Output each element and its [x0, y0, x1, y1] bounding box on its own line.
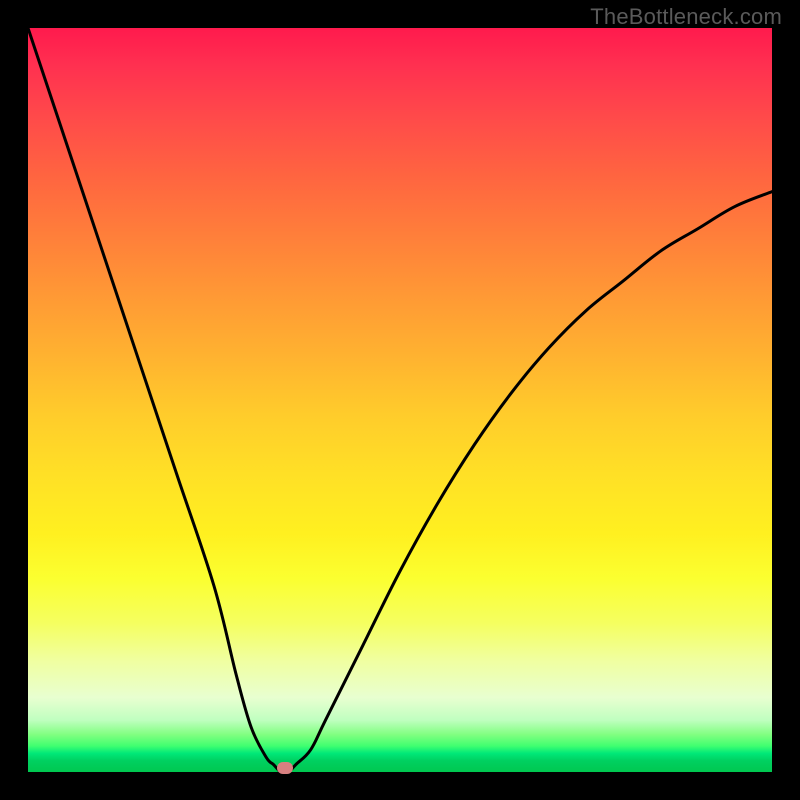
- optimal-point-marker: [277, 762, 293, 774]
- bottleneck-curve: [28, 28, 772, 772]
- watermark-text: TheBottleneck.com: [590, 4, 782, 30]
